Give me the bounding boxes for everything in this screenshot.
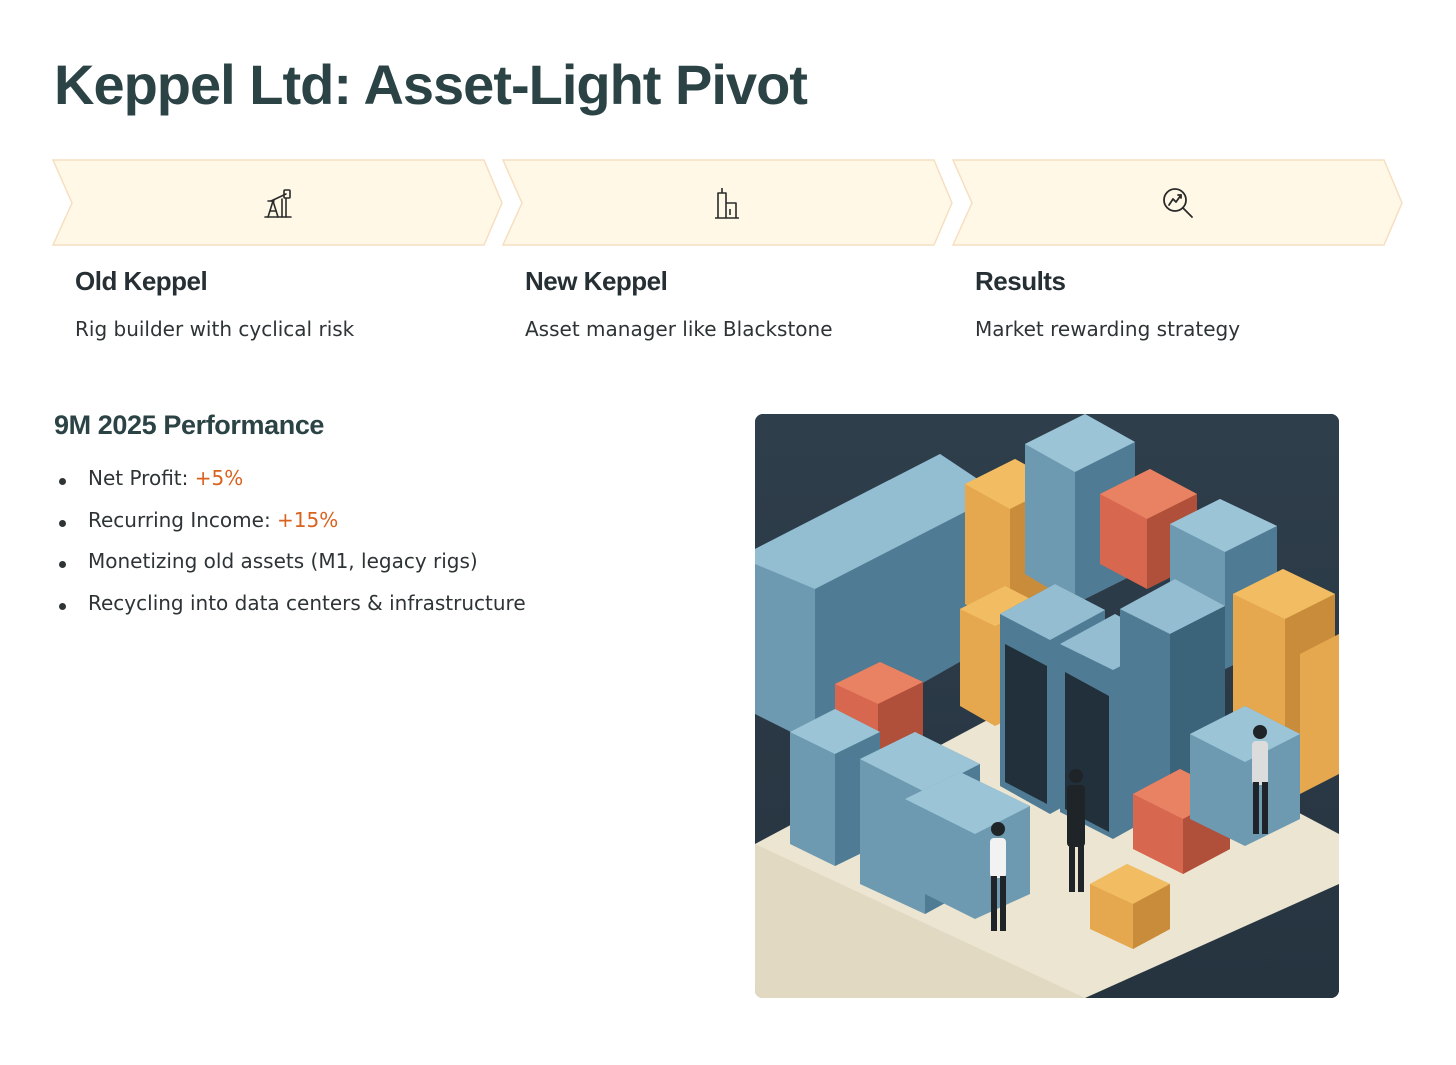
list-item: Recurring Income: +15%: [56, 508, 526, 550]
bullet-icon: [59, 561, 66, 568]
step-old-keppel: Old Keppel Rig builder with cyclical ris…: [75, 266, 495, 341]
list-item: Monetizing old assets (M1, legacy rigs): [56, 549, 526, 591]
data-center-illustration: [755, 414, 1339, 998]
list-item: Recycling into data centers & infrastruc…: [56, 591, 526, 633]
item-label: Net Profit:: [88, 466, 195, 490]
building-icon: [715, 188, 739, 219]
step-description: Asset manager like Blackstone: [525, 317, 833, 341]
oil-pump-icon: [264, 189, 292, 218]
item-label: Recycling into data centers & infrastruc…: [88, 590, 526, 615]
item-label: Recurring Income:: [88, 507, 278, 532]
step-results: Results Market rewarding strategy: [975, 266, 1395, 341]
isometric-scene: [755, 414, 1339, 998]
list-item: Net Profit: +5%: [56, 466, 526, 508]
page-title: Keppel Ltd: Asset-Light Pivot: [54, 53, 808, 116]
magnify-chart-icon: [1163, 188, 1193, 218]
step-title: Results: [975, 266, 1066, 296]
step-description: Rig builder with cyclical risk: [75, 317, 355, 341]
item-value: +5%: [194, 466, 244, 490]
performance-list: Net Profit: +5% Recurring Income: +15% M…: [56, 466, 526, 632]
item-label: Monetizing old assets (M1, legacy rigs): [88, 549, 478, 573]
step-new-keppel: New Keppel Asset manager like Blackstone: [525, 266, 945, 341]
process-chevrons: [52, 159, 1404, 247]
item-value: +15%: [277, 507, 339, 532]
performance-heading: 9M 2025 Performance: [54, 410, 325, 440]
bullet-icon: [59, 478, 66, 485]
step-title: Old Keppel: [75, 266, 208, 296]
step-description: Market rewarding strategy: [975, 317, 1241, 341]
bullet-icon: [59, 602, 66, 610]
bullet-icon: [59, 519, 66, 527]
step-title: New Keppel: [525, 266, 668, 296]
